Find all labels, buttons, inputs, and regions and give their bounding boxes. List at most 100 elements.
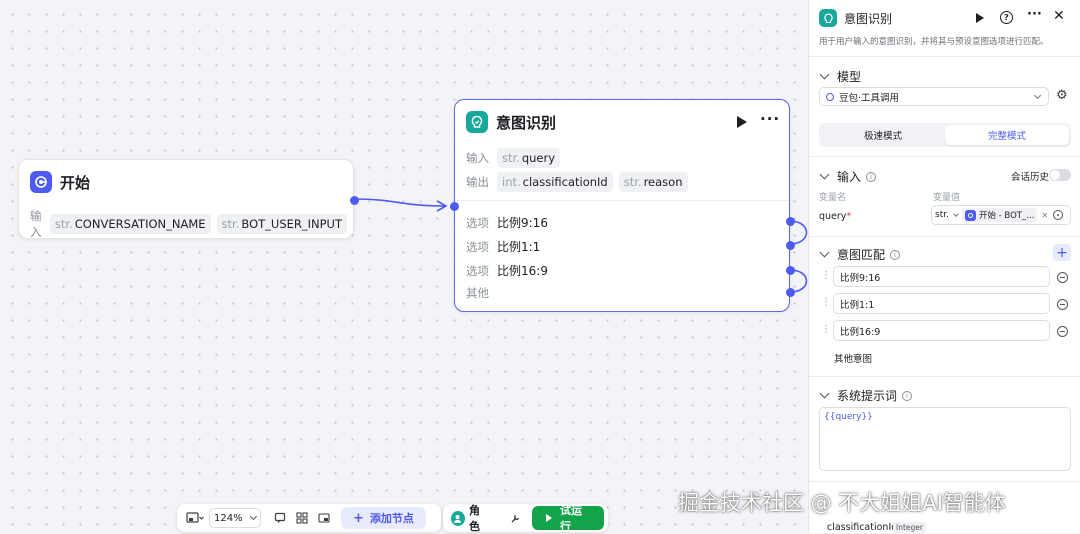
option-3-port[interactable] bbox=[786, 266, 795, 275]
intent-item[interactable]: 比例16:9 bbox=[833, 320, 1050, 341]
intent-output-label: 输出 bbox=[466, 175, 489, 189]
layout-icon[interactable] bbox=[291, 507, 313, 529]
var-ref-tag: 开始 - BOT_... bbox=[961, 208, 1038, 222]
option-1-port[interactable] bbox=[786, 217, 795, 226]
add-node-button[interactable]: + 添加节点 bbox=[341, 507, 426, 529]
input-section: 输入 i 会话历史 变量名 变量值 query* str. 开始 - BOT_..… bbox=[809, 156, 1080, 236]
model-section: 模型 豆包·工具调用 ⚙ 极速模式 完整模式 bbox=[809, 56, 1080, 156]
intents-section-title: 意图匹配 bbox=[837, 248, 886, 262]
intent-node-title: 意图识别 bbox=[496, 113, 557, 132]
chevron-down-icon bbox=[1033, 91, 1042, 99]
debug-icon[interactable] bbox=[505, 507, 526, 529]
chevron-down-icon[interactable] bbox=[819, 69, 830, 80]
intent-item[interactable]: 比例9:16 bbox=[833, 266, 1050, 287]
other-intent-label: 其他意图 bbox=[834, 354, 873, 365]
option-label: 选项 bbox=[466, 239, 489, 254]
toggle-knob bbox=[1050, 170, 1060, 180]
start-input-label: 输入 bbox=[30, 209, 42, 239]
target-icon[interactable] bbox=[1053, 210, 1064, 220]
intent-icon bbox=[466, 111, 488, 133]
remove-intent-icon[interactable] bbox=[1057, 326, 1068, 337]
output-var-type: Integer bbox=[893, 522, 926, 533]
info-icon[interactable]: i bbox=[890, 249, 901, 260]
play-icon[interactable] bbox=[976, 13, 984, 23]
panel-description: 用于用户输入的意图识别，并将其与预设意图选项进行匹配。 bbox=[819, 37, 1049, 47]
intent-input-port[interactable] bbox=[450, 202, 459, 211]
more-icon[interactable]: ··· bbox=[760, 110, 780, 128]
info-icon[interactable]: i bbox=[866, 171, 877, 182]
more-icon[interactable]: ··· bbox=[1027, 7, 1042, 22]
add-intent-button[interactable]: + bbox=[1053, 244, 1071, 261]
start-input-tag: str. CONVERSATION_NAME bbox=[49, 214, 211, 234]
intent-input-label: 输入 bbox=[466, 151, 489, 165]
start-node[interactable]: 开始 输入 str. CONVERSATION_NAME str. BOT_USER… bbox=[18, 159, 359, 239]
play-icon[interactable] bbox=[737, 116, 747, 128]
col-name-label: 变量名 bbox=[819, 193, 847, 203]
mode-switch: 极速模式 完整模式 bbox=[819, 123, 1071, 147]
option-label: 选项 bbox=[466, 215, 489, 230]
option-2: 比例1:1 bbox=[497, 240, 541, 254]
system-prompt-editor[interactable]: {{query}} bbox=[819, 407, 1071, 471]
other-option-label: 其他 bbox=[466, 286, 489, 300]
minimap-icon[interactable] bbox=[181, 507, 209, 529]
chevron-down-icon bbox=[249, 512, 258, 521]
watermark: 掘金技术社区 @ 不大姐姐AI智能体 bbox=[678, 491, 1006, 515]
model-select[interactable]: 豆包·工具调用 bbox=[819, 87, 1049, 106]
history-toggle[interactable] bbox=[1049, 169, 1071, 181]
intent-icon bbox=[819, 9, 837, 27]
var-name: query* bbox=[819, 211, 852, 222]
workflow-canvas[interactable]: 开始 输入 str. CONVERSATION_NAME str. BOT_USER… bbox=[0, 0, 808, 533]
option-3: 比例16:9 bbox=[497, 264, 548, 278]
role-button[interactable]: 角色 bbox=[451, 502, 489, 534]
var-value-field[interactable]: str. 开始 - BOT_... ✕ bbox=[931, 205, 1071, 225]
history-label: 会话历史 bbox=[1011, 172, 1050, 183]
gear-icon[interactable]: ⚙ bbox=[1056, 88, 1068, 103]
chevron-down-icon bbox=[953, 211, 959, 217]
model-section-title: 模型 bbox=[837, 70, 862, 84]
mode-full[interactable]: 完整模式 bbox=[945, 125, 1069, 145]
panel-title: 意图识别 bbox=[844, 11, 893, 26]
mode-fast[interactable]: 极速模式 bbox=[821, 125, 945, 145]
intent-output-tag: int. classificationId bbox=[497, 172, 613, 192]
image-icon[interactable] bbox=[313, 507, 335, 529]
test-run-button[interactable]: 试运行 bbox=[531, 504, 604, 533]
intent-node[interactable]: 意图识别 ··· 输入 str. query 输出 int. classificat… bbox=[450, 99, 795, 312]
chevron-down-icon[interactable] bbox=[819, 169, 830, 180]
output-var-name: classificationId bbox=[827, 522, 898, 533]
start-icon bbox=[30, 171, 52, 193]
info-icon[interactable]: i bbox=[902, 390, 913, 401]
option-1: 比例9:16 bbox=[497, 216, 548, 230]
intents-section: 意图匹配 i + ⋮⋮ 比例9:16 ⋮⋮ 比例1:1 ⋮⋮ 比例16:9 其他意… bbox=[809, 236, 1080, 376]
system-prompt-section: 系统提示词 i {{query}} bbox=[809, 376, 1080, 481]
comment-icon[interactable] bbox=[269, 507, 291, 529]
close-icon[interactable]: ✕ bbox=[1053, 8, 1065, 24]
clear-icon[interactable]: ✕ bbox=[1041, 211, 1048, 220]
remove-intent-icon[interactable] bbox=[1057, 299, 1068, 310]
start-input-tag: str. BOT_USER_INPUT bbox=[216, 214, 347, 234]
canvas-toolbar: 124% + 添加节点 bbox=[177, 504, 441, 532]
intent-item[interactable]: 比例1:1 bbox=[833, 293, 1050, 314]
help-icon[interactable]: ? bbox=[1000, 11, 1013, 24]
edge-start-to-intent bbox=[354, 198, 446, 207]
model-logo-icon bbox=[826, 92, 834, 101]
var-type-select[interactable]: str. bbox=[935, 210, 959, 220]
zoom-value: 124% bbox=[214, 512, 243, 524]
play-icon bbox=[545, 514, 552, 522]
start-output-port[interactable] bbox=[350, 196, 359, 205]
run-toolbar: 角色 试运行 bbox=[443, 502, 608, 534]
input-section-title: 输入 bbox=[837, 170, 862, 184]
start-node-title: 开始 bbox=[60, 173, 91, 192]
other-port[interactable] bbox=[786, 288, 795, 297]
zoom-select[interactable]: 124% bbox=[209, 508, 261, 528]
system-prompt-title: 系统提示词 bbox=[837, 389, 898, 403]
option-2-port[interactable] bbox=[786, 241, 795, 250]
avatar bbox=[451, 510, 465, 526]
option-label: 选项 bbox=[466, 263, 489, 278]
chevron-down-icon[interactable] bbox=[819, 388, 830, 399]
intent-input-tag: str. query bbox=[497, 148, 561, 168]
plus-icon: + bbox=[353, 510, 364, 526]
chevron-down-icon[interactable] bbox=[819, 247, 830, 258]
intent-output-tag: str. reason bbox=[618, 172, 688, 192]
panel-header: 意图识别 bbox=[819, 9, 892, 27]
remove-intent-icon[interactable] bbox=[1057, 272, 1068, 283]
